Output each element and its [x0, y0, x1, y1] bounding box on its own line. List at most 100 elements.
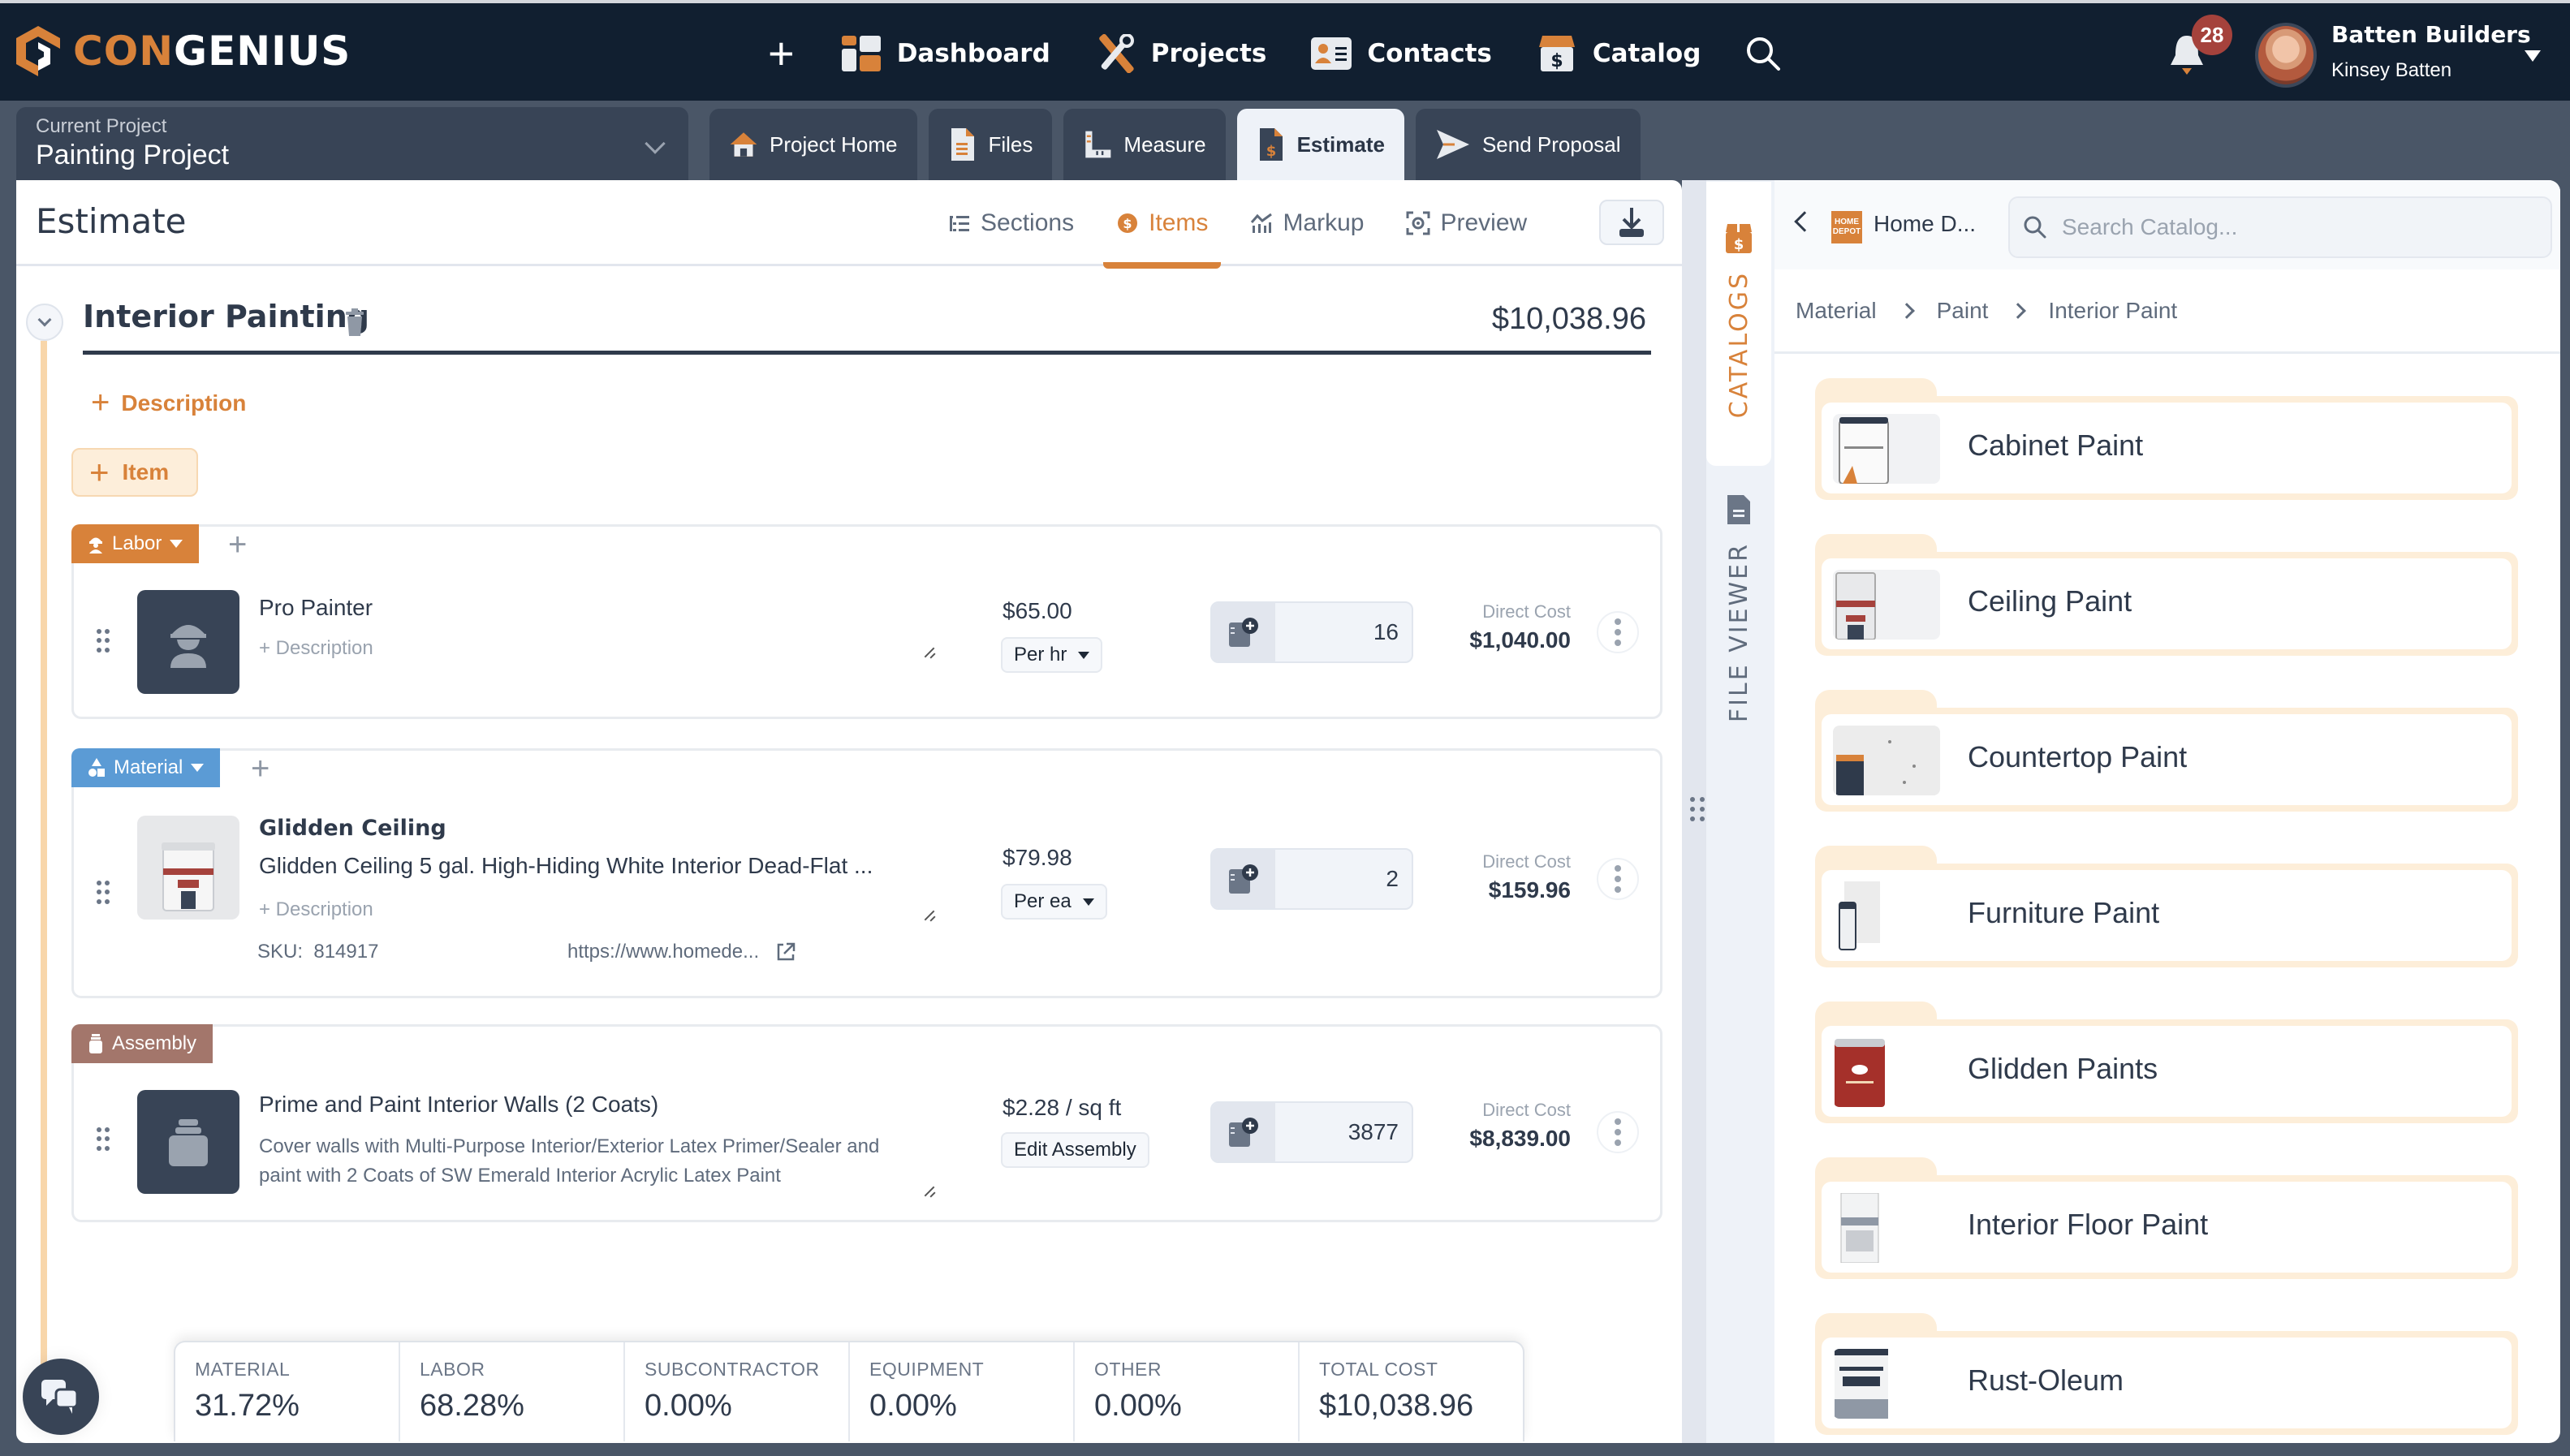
- direct-cost: Direct Cost $159.96: [1482, 851, 1571, 902]
- measure-add-button[interactable]: [1212, 1103, 1275, 1161]
- drag-handle[interactable]: [97, 881, 110, 905]
- svg-text:$: $: [1266, 143, 1276, 160]
- item-unit-price[interactable]: $2.28 / sq ft: [1003, 1095, 1121, 1121]
- catalog-folder[interactable]: Cabinet Paint: [1815, 378, 2518, 500]
- user-menu-caret-icon[interactable]: [2525, 50, 2541, 62]
- catalog-folder[interactable]: Interior Floor Paint: [1815, 1157, 2518, 1279]
- chat-bubbles-icon: [41, 1380, 79, 1414]
- chevron-right-icon: [2010, 302, 2027, 319]
- catalog-folder[interactable]: Glidden Paints: [1815, 1002, 2518, 1123]
- trash-icon[interactable]: [344, 308, 365, 336]
- unit-select[interactable]: Per ea: [1001, 884, 1107, 920]
- item-description[interactable]: Cover walls with Multi-Purpose Interior/…: [259, 1132, 925, 1191]
- estimate-document-icon: $: [1259, 128, 1283, 161]
- current-project-select[interactable]: Current Project Painting Project: [16, 107, 688, 180]
- measure-add-icon: [1229, 618, 1258, 647]
- search-icon[interactable]: [1744, 35, 1782, 72]
- add-subitem-button[interactable]: +: [228, 527, 247, 563]
- tab-project-home[interactable]: Project Home: [709, 109, 917, 180]
- measure-add-button[interactable]: [1212, 603, 1275, 661]
- nav-projects[interactable]: Projects: [1094, 34, 1266, 73]
- section-title[interactable]: Interior Painting: [83, 299, 369, 334]
- dollar-badge-icon: $: [1118, 213, 1138, 233]
- tab-items[interactable]: $ Items: [1095, 180, 1229, 269]
- item-description-input[interactable]: + Description: [259, 898, 373, 921]
- user-menu[interactable]: Batten Builders Kinsey Batten: [2331, 21, 2531, 82]
- congenius-logo[interactable]: CONGENIUS: [15, 24, 351, 78]
- add-description-button[interactable]: + Description: [91, 385, 246, 421]
- catalog-folder[interactable]: Rust-Oleum: [1815, 1313, 2518, 1435]
- caret-down-icon: [170, 540, 183, 548]
- resize-handle-icon[interactable]: [925, 1186, 936, 1197]
- summary-total-cost: TOTAL COST $10,038.96: [1319, 1359, 1474, 1423]
- user-avatar[interactable]: [2255, 23, 2317, 88]
- item-name[interactable]: Prime and Paint Interior Walls (2 Coats): [259, 1092, 658, 1118]
- catalog-folder[interactable]: Countertop Paint: [1815, 690, 2518, 812]
- catalog-folder[interactable]: Furniture Paint: [1815, 846, 2518, 967]
- item-more-menu-button[interactable]: [1597, 611, 1639, 653]
- download-button[interactable]: [1599, 200, 1664, 245]
- summary-material: MATERIAL 31.72%: [175, 1342, 400, 1441]
- catalog-search-input[interactable]: [2062, 214, 2516, 240]
- nav-catalog[interactable]: $ Catalog: [1536, 34, 1701, 73]
- paint-bucket-image: [162, 842, 215, 911]
- quantity-input[interactable]: 2: [1210, 848, 1413, 910]
- tab-estimate[interactable]: $ Estimate: [1236, 109, 1404, 180]
- tab-preview[interactable]: Preview: [1385, 180, 1548, 266]
- external-link-icon: [777, 942, 796, 961]
- item-name[interactable]: Pro Painter: [259, 595, 373, 621]
- item-more-menu-button[interactable]: [1597, 858, 1639, 900]
- breadcrumb-paint[interactable]: Paint: [1937, 298, 1989, 324]
- measure-add-button[interactable]: [1212, 850, 1275, 908]
- drag-handle[interactable]: [97, 629, 110, 653]
- back-chevron-icon[interactable]: [1794, 211, 1815, 232]
- item-type-dropdown[interactable]: Material: [71, 748, 221, 787]
- cost-summary-bar: MATERIAL 31.72% LABOR 68.28% SUBCONTRACT…: [174, 1341, 1524, 1441]
- resize-handle-icon[interactable]: [925, 647, 936, 658]
- create-new-button[interactable]: +: [768, 31, 795, 76]
- item-unit-price[interactable]: $79.98: [1003, 845, 1072, 871]
- item-product-link[interactable]: https://www.homede...: [567, 941, 796, 963]
- measure-add-icon: [1229, 1118, 1258, 1147]
- quantity-input[interactable]: 3877: [1210, 1101, 1413, 1163]
- vendor-name[interactable]: Home D...: [1874, 211, 1976, 237]
- tools-icon: [1098, 34, 1134, 73]
- unit-select[interactable]: Per hr: [1001, 637, 1103, 673]
- item-description-input[interactable]: + Description: [259, 637, 373, 660]
- resize-handle-icon[interactable]: [925, 910, 936, 921]
- contact-card-icon: [1311, 37, 1352, 70]
- folder-thumbnail: [1833, 414, 1940, 484]
- add-subitem-button[interactable]: +: [251, 751, 270, 787]
- tab-send-proposal[interactable]: Send Proposal: [1415, 109, 1641, 180]
- tab-measure[interactable]: Measure: [1063, 109, 1226, 180]
- summary-other: OTHER 0.00%: [1075, 1342, 1300, 1441]
- item-more-menu-button[interactable]: [1597, 1111, 1639, 1153]
- drag-handle[interactable]: [97, 1127, 110, 1152]
- tab-files[interactable]: Files: [928, 109, 1053, 180]
- tab-catalogs[interactable]: $ CATALOGS: [1706, 182, 1771, 466]
- tab-sections[interactable]: Sections: [927, 180, 1095, 266]
- catalog-search[interactable]: [2008, 196, 2552, 258]
- section-collapse-toggle[interactable]: [26, 304, 63, 341]
- catalog-folder[interactable]: Ceiling Paint: [1815, 534, 2518, 656]
- estimate-item-row: Assembly Prime and Paint Interior Walls …: [71, 1024, 1662, 1222]
- item-name[interactable]: Glidden Ceiling: [259, 816, 446, 841]
- item-type-dropdown[interactable]: Labor: [71, 524, 200, 563]
- item-subtitle[interactable]: Glidden Ceiling 5 gal. High-Hiding White…: [259, 853, 873, 879]
- user-company: Batten Builders: [2331, 21, 2531, 48]
- chat-button[interactable]: [23, 1359, 99, 1435]
- panel-resize-handle[interactable]: [1690, 797, 1705, 821]
- breadcrumb-material[interactable]: Material: [1796, 298, 1877, 324]
- item-thumbnail: [137, 1090, 239, 1194]
- tab-markup[interactable]: Markup: [1229, 180, 1385, 266]
- chevron-right-icon: [1898, 302, 1915, 319]
- nav-contacts[interactable]: Contacts: [1310, 34, 1492, 73]
- add-item-button[interactable]: + Item: [71, 448, 198, 497]
- nav-dashboard[interactable]: Dashboard: [840, 34, 1050, 73]
- edit-assembly-button[interactable]: Edit Assembly: [1001, 1132, 1149, 1168]
- item-unit-price[interactable]: $65.00: [1003, 598, 1072, 624]
- quantity-input[interactable]: 16: [1210, 601, 1413, 663]
- estimate-item-row: Labor + Pro Painter + Description $65.00…: [71, 524, 1662, 719]
- breadcrumb-interior-paint[interactable]: Interior Paint: [2048, 298, 2177, 324]
- tab-file-viewer[interactable]: FILE VIEWER: [1706, 489, 1771, 722]
